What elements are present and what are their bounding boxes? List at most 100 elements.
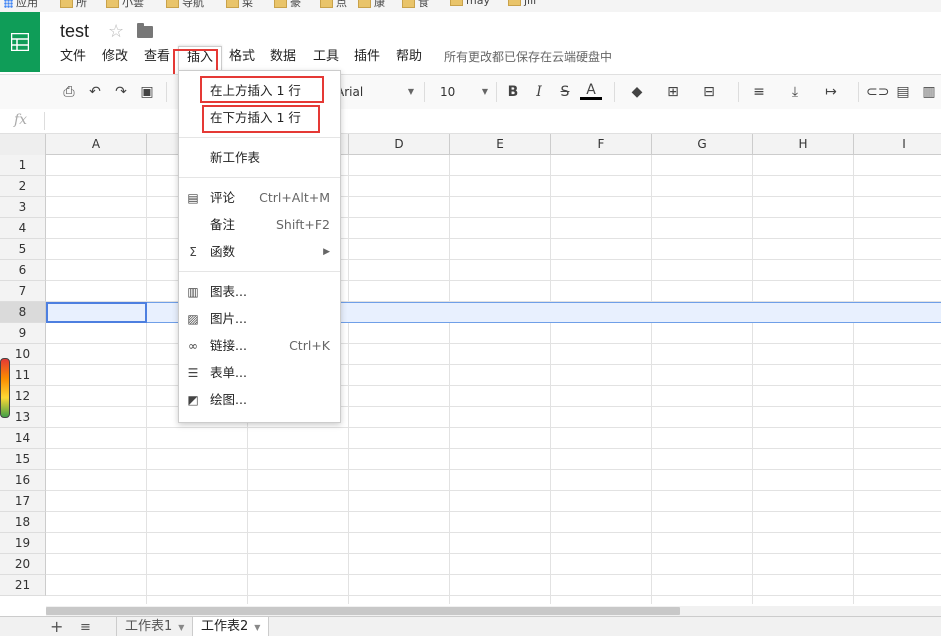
menu-divider [179, 137, 340, 138]
row-header[interactable]: 4 [0, 218, 46, 239]
menu-drawing[interactable]: ◩ 绘图... [179, 387, 340, 413]
row-header-selected[interactable]: 8 [0, 302, 46, 323]
submenu-arrow-icon: ▶ [323, 247, 330, 257]
menu-function[interactable]: Σ 函数 ▶ [179, 239, 340, 265]
row-header[interactable]: 16 [0, 470, 46, 491]
active-cell[interactable] [46, 302, 147, 323]
paint-format-icon[interactable]: ▣ [136, 82, 158, 102]
menu-help[interactable]: 帮助 [388, 46, 430, 70]
menu-form[interactable]: ☰ 表单... [179, 360, 340, 386]
menu-link[interactable]: ∞ 链接... Ctrl+K [179, 333, 340, 359]
sheet-tab-1[interactable]: 工作表1 ▼ [116, 617, 194, 636]
row-header[interactable]: 7 [0, 281, 46, 302]
text-wrap-icon[interactable]: ↦ [820, 82, 842, 102]
row-header[interactable]: 5 [0, 239, 46, 260]
print-icon[interactable]: ⎙ [58, 82, 80, 102]
bold-button[interactable]: B [502, 82, 524, 102]
bookmark-folder[interactable]: 菜 [226, 0, 253, 9]
menu-image[interactable]: ▨ 图片... [179, 306, 340, 332]
font-family-select[interactable]: Arial ▼ [336, 82, 416, 102]
menu-format[interactable]: 格式 [221, 46, 263, 70]
column-header-e[interactable]: E [450, 134, 551, 155]
bookmark-folder[interactable]: jill [508, 0, 536, 8]
save-status[interactable]: 所有更改都已保存在云端硬盘中 [444, 46, 612, 68]
menu-addons[interactable]: 插件 [346, 46, 388, 70]
bookmark-folder[interactable]: may [450, 0, 490, 8]
strikethrough-button[interactable]: S [554, 82, 576, 102]
spreadsheet-grid[interactable]: A B C D E F G H I 1 2 3 4 5 6 7 8 9 10 1… [0, 134, 941, 604]
bookmark-folder[interactable]: 豪 [274, 0, 301, 9]
menu-edit[interactable]: 修改 [94, 46, 136, 70]
drawing-icon: ◩ [187, 393, 199, 407]
sheet-tab-2[interactable]: 工作表2 ▼ [192, 617, 270, 636]
text-color-button[interactable]: A [580, 82, 602, 100]
row-header[interactable]: 6 [0, 260, 46, 281]
toolbar-divider [858, 82, 859, 102]
bookmark-folder[interactable]: 点 [320, 0, 347, 9]
sigma-icon: Σ [189, 245, 197, 259]
menu-view[interactable]: 查看 [136, 46, 178, 70]
font-size-select[interactable]: 10 ▼ [440, 82, 490, 102]
bookmark-folder[interactable]: 所 [60, 0, 87, 9]
column-header-f[interactable]: F [551, 134, 652, 155]
row-header[interactable]: 3 [0, 197, 46, 218]
star-icon[interactable]: ☆ [108, 21, 124, 42]
row-header[interactable]: 21 [0, 575, 46, 596]
column-header-a[interactable]: A [46, 134, 147, 155]
side-widget-handle[interactable] [0, 358, 10, 418]
chevron-down-icon: ▼ [481, 87, 488, 96]
row-header[interactable]: 18 [0, 512, 46, 533]
horizontal-scrollbar[interactable] [46, 606, 941, 616]
bookmark-folder[interactable]: 导航 [166, 0, 204, 9]
vertical-align-bottom-icon[interactable]: ⤓ [784, 82, 806, 102]
menu-file[interactable]: 文件 [52, 46, 94, 70]
document-title[interactable]: test [60, 21, 89, 42]
scrollbar-thumb[interactable] [46, 607, 680, 615]
folder-icon [450, 0, 463, 6]
link-icon: ∞ [188, 339, 198, 353]
row-header[interactable]: 2 [0, 176, 46, 197]
insert-chart-icon[interactable]: ▥ [918, 82, 940, 102]
comment-icon: ▤ [187, 191, 199, 205]
column-header-h[interactable]: H [753, 134, 854, 155]
row-header[interactable]: 14 [0, 428, 46, 449]
row-header[interactable]: 17 [0, 491, 46, 512]
folder-icon[interactable] [137, 23, 153, 38]
borders-icon[interactable]: ⊞ [662, 82, 684, 102]
add-sheet-icon[interactable]: + [50, 619, 63, 635]
bookmark-folder[interactable]: 食 [402, 0, 429, 9]
insert-link-icon[interactable]: ⊂⊃ [866, 82, 889, 102]
menu-comment[interactable]: ▤ 评论 Ctrl+Alt+M [179, 185, 340, 211]
column-header-i[interactable]: I [854, 134, 941, 155]
menu-new-sheet[interactable]: 新工作表 [179, 145, 340, 171]
menu-tools[interactable]: 工具 [305, 46, 347, 70]
bookmark-apps[interactable]: 应用 [4, 0, 38, 9]
row-header[interactable]: 20 [0, 554, 46, 575]
italic-button[interactable]: I [528, 82, 550, 102]
folder-icon [166, 0, 179, 8]
sheets-logo-icon [11, 33, 29, 51]
insert-comment-icon[interactable]: ▤ [892, 82, 914, 102]
row-header[interactable]: 15 [0, 449, 46, 470]
row-header[interactable]: 9 [0, 323, 46, 344]
merge-cells-icon[interactable]: ⊟ [698, 82, 720, 102]
undo-icon[interactable]: ↶ [84, 82, 106, 102]
menu-note[interactable]: 备注 Shift+F2 [179, 212, 340, 238]
align-left-icon[interactable]: ≡ [748, 82, 770, 102]
all-sheets-icon[interactable]: ≡ [80, 620, 91, 635]
column-header-g[interactable]: G [652, 134, 753, 155]
row-header[interactable]: 1 [0, 155, 46, 176]
bookmark-folder[interactable]: 小雲 [106, 0, 144, 9]
select-all-corner[interactable] [0, 134, 46, 156]
folder-icon [274, 0, 287, 8]
sheets-logo[interactable] [0, 12, 40, 72]
fill-color-icon[interactable]: ◆ [626, 82, 648, 102]
bookmark-folder[interactable]: 康 [358, 0, 385, 9]
row-header[interactable]: 19 [0, 533, 46, 554]
sheet-tabs-bar: + ≡ 工作表1 ▼ 工作表2 ▼ [0, 616, 941, 636]
menu-chart[interactable]: ▥ 图表... [179, 279, 340, 305]
column-header-d[interactable]: D [349, 134, 450, 155]
menu-data[interactable]: 数据 [262, 46, 304, 70]
toolbar-divider [424, 82, 425, 102]
redo-icon[interactable]: ↷ [110, 82, 132, 102]
